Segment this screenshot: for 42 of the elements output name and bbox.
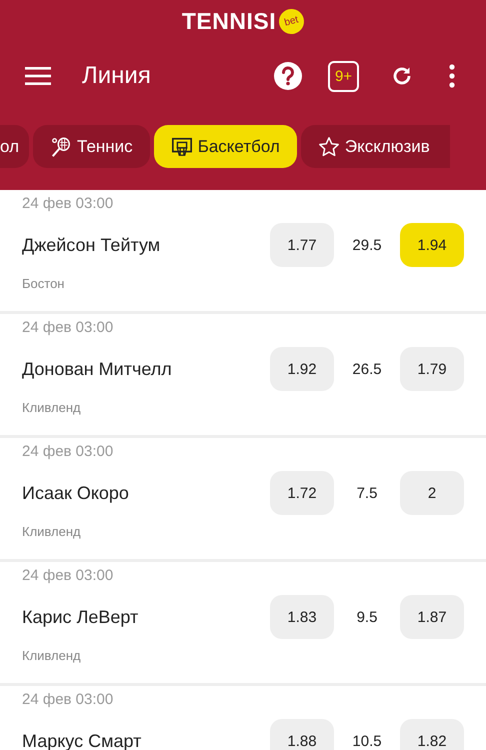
odds-button[interactable]: 1.77: [270, 223, 334, 267]
odds-button[interactable]: 2: [400, 471, 464, 515]
odds-button[interactable]: 1.83: [270, 595, 334, 639]
team-name: Кливленд: [22, 648, 82, 663]
line-value: 9.5: [356, 608, 378, 626]
line-value: 10.5: [351, 732, 383, 750]
odds-button[interactable]: 1.92: [270, 347, 334, 391]
odds-button[interactable]: 1.72: [270, 471, 334, 515]
star-icon: [318, 136, 340, 158]
logo: TENNISI: [182, 8, 276, 34]
team-name: Кливленд: [22, 400, 82, 415]
player-name: Исаак Окоро: [22, 482, 130, 504]
sport-tab[interactable]: Баскетбол: [154, 125, 297, 168]
odds-button[interactable]: 1.87: [400, 595, 464, 639]
menu-icon[interactable]: [25, 66, 51, 86]
sport-tab[interactable]: Эксклюзив: [300, 125, 450, 168]
odds-button[interactable]: 1.79: [400, 347, 464, 391]
player-name: Донован Митчелл: [22, 358, 173, 380]
event-date: 24 фев 03:00: [22, 443, 114, 461]
player-name: Джейсон Тейтум: [22, 234, 162, 256]
coupon-button[interactable]: 9+: [328, 60, 359, 92]
more-icon[interactable]: [448, 64, 456, 88]
odds-button[interactable]: 1.88: [270, 719, 334, 750]
racket-icon: [50, 136, 72, 158]
sport-tab[interactable]: Теннис: [33, 125, 150, 168]
odds-button[interactable]: 1.82: [400, 719, 464, 750]
event-date: 24 фев 03:00: [22, 319, 114, 337]
sport-tab[interactable]: ол: [0, 125, 30, 168]
line-value: 26.5: [351, 360, 383, 378]
odds-button[interactable]: 1.94: [400, 223, 464, 267]
line-value: 29.5: [351, 236, 383, 254]
player-name: Маркус Смарт: [22, 730, 142, 750]
basketball-hoop-icon: [170, 136, 193, 158]
team-name: Бостон: [22, 276, 66, 291]
event-date: 24 фев 03:00: [22, 195, 114, 213]
page-title: Линия: [82, 62, 152, 90]
event-date: 24 фев 03:00: [22, 691, 114, 709]
event-date: 24 фев 03:00: [22, 567, 114, 585]
line-value: 7.5: [356, 484, 378, 502]
player-name: Карис ЛеВерт: [22, 606, 140, 628]
team-name: Кливленд: [22, 524, 82, 539]
help-icon[interactable]: [274, 62, 302, 90]
